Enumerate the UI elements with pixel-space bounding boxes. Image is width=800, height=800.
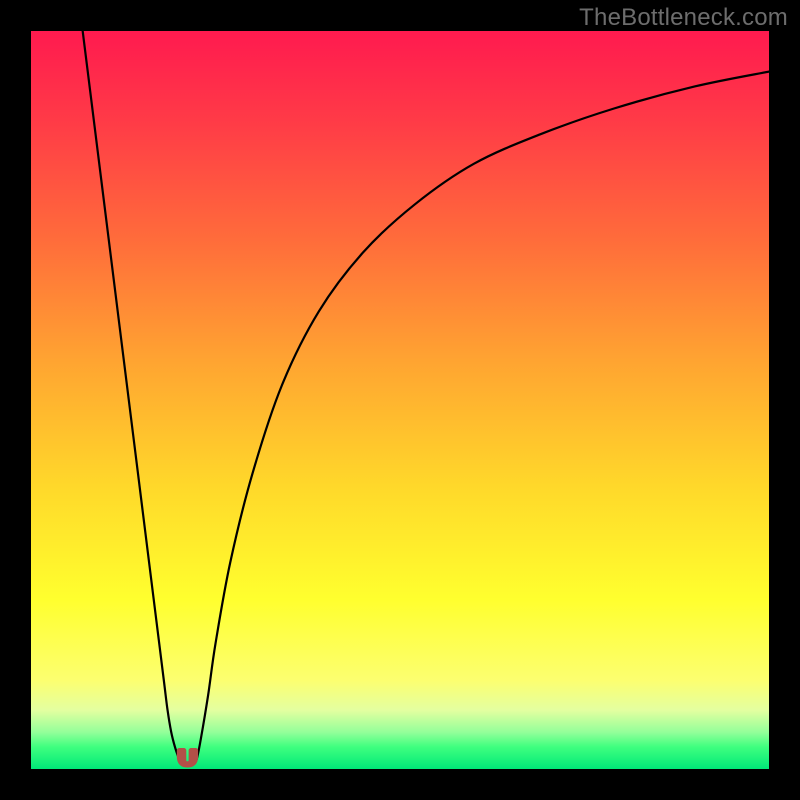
- chart-frame: TheBottleneck.com: [0, 0, 800, 800]
- right-branch-curve: [195, 72, 769, 764]
- attribution-text: TheBottleneck.com: [579, 4, 788, 32]
- plot-area: [31, 31, 769, 769]
- minimum-marker: [179, 751, 195, 765]
- left-branch-curve: [83, 31, 181, 763]
- curve-layer: [31, 31, 769, 769]
